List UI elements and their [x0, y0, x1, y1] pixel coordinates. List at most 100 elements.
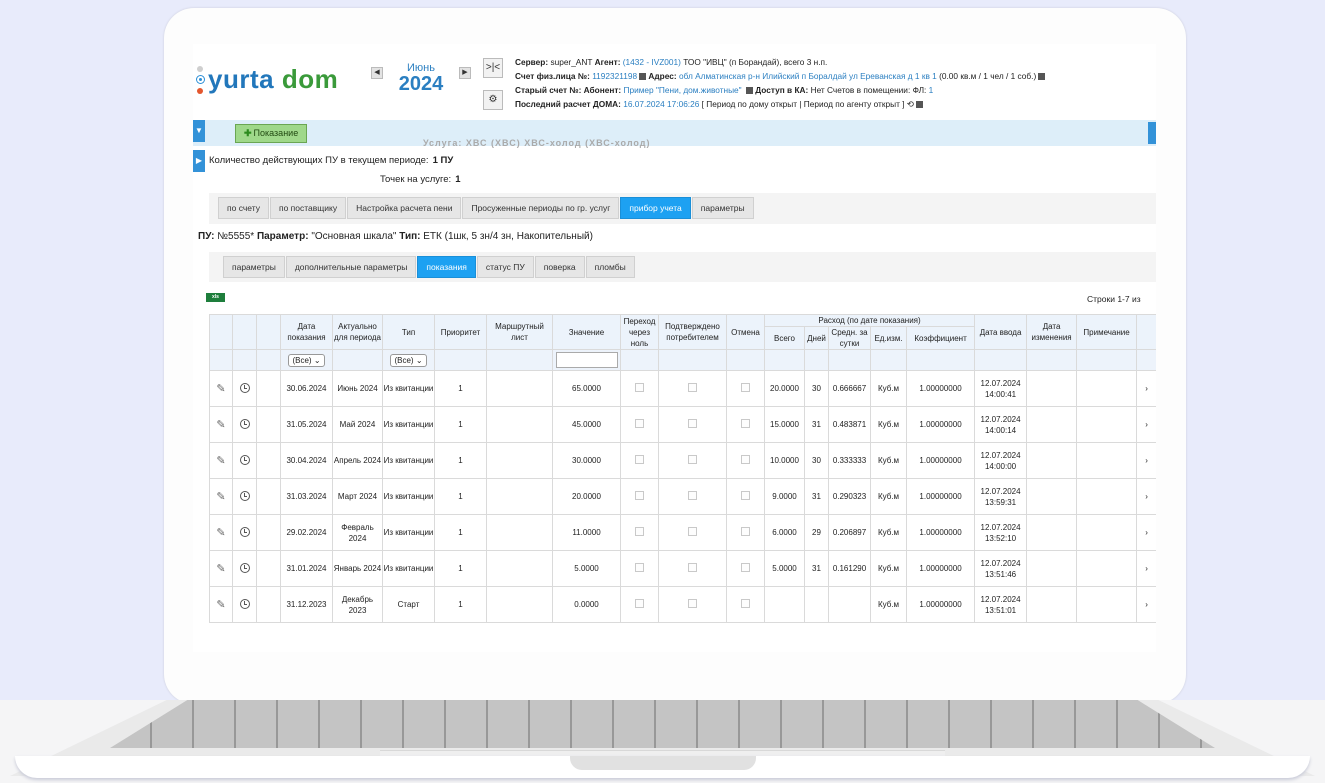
tabs2-tab-2[interactable]: показания — [417, 256, 476, 278]
col-date[interactable]: Дата показания — [280, 314, 333, 350]
zero-checkbox[interactable] — [635, 455, 644, 464]
value-filter-input[interactable] — [555, 352, 618, 368]
expand-panel-icon[interactable]: ▶ — [193, 150, 205, 172]
table-row[interactable]: ✎ 30.04.2024 Апрель 2024 Из квитанции 1 30.00… — [209, 442, 1156, 479]
history-icon[interactable] — [239, 562, 250, 573]
table-row[interactable]: ✎ 29.02.2024 Февраль 2024 Из квитанции 1 11.0… — [209, 514, 1156, 551]
right-panel-toggle[interactable] — [1148, 122, 1156, 144]
confirmed-checkbox[interactable] — [688, 491, 697, 500]
row-more-icon[interactable]: › — [1136, 370, 1156, 407]
col-cancel[interactable]: Отмена — [726, 314, 765, 350]
col-coef[interactable]: Коэффициент — [905, 326, 976, 350]
tabs2-tab-4[interactable]: поверка — [534, 256, 585, 278]
col-total[interactable]: Всего — [764, 326, 805, 350]
copy-icon[interactable] — [1038, 73, 1046, 81]
col-changed[interactable]: Дата изменения — [1026, 314, 1078, 350]
export-xls-icon[interactable]: xls — [206, 293, 225, 302]
col-note[interactable]: Примечание — [1076, 314, 1138, 350]
col-avg[interactable]: Средн. за сутки — [828, 326, 871, 350]
row-more-icon[interactable]: › — [1136, 406, 1156, 443]
col-days[interactable]: Дней — [804, 326, 829, 350]
zero-checkbox[interactable] — [635, 563, 644, 572]
confirmed-checkbox[interactable] — [688, 527, 697, 536]
shift-button[interactable]: >|< — [483, 58, 503, 78]
history-icon[interactable] — [239, 526, 250, 537]
cancel-checkbox[interactable] — [741, 599, 750, 608]
history-icon[interactable]: ⟲ — [907, 99, 914, 109]
tabs1-tab-4[interactable]: прибор учета — [620, 197, 691, 219]
zero-checkbox[interactable] — [635, 599, 644, 608]
cancel-checkbox[interactable] — [741, 419, 750, 428]
col-priority[interactable]: Приоритет — [434, 314, 487, 350]
edit-pencil-icon[interactable]: ✎ — [216, 419, 225, 431]
zero-checkbox[interactable] — [635, 419, 644, 428]
period-next-button[interactable]: ▶ — [459, 67, 471, 79]
pin-icon[interactable]: ▼ — [193, 120, 205, 142]
confirmed-checkbox[interactable] — [688, 599, 697, 608]
history-icon[interactable] — [239, 382, 250, 393]
cancel-checkbox[interactable] — [741, 527, 750, 536]
cancel-checkbox[interactable] — [741, 563, 750, 572]
zero-checkbox[interactable] — [635, 383, 644, 392]
tabs2-tab-5[interactable]: пломбы — [585, 256, 635, 278]
tabs2-tab-0[interactable]: параметры — [223, 256, 285, 278]
edit-pencil-icon[interactable]: ✎ — [216, 599, 225, 611]
col-route[interactable]: Маршрутный лист — [486, 314, 553, 350]
col-entry[interactable]: Дата ввода — [974, 314, 1028, 350]
row-more-icon[interactable]: › — [1136, 442, 1156, 479]
confirmed-checkbox[interactable] — [688, 383, 697, 392]
settings-gear-icon[interactable]: ⚙ — [483, 90, 503, 110]
row-more-icon[interactable]: › — [1136, 514, 1156, 551]
tabs2-tab-1[interactable]: дополнительные параметры — [285, 256, 417, 278]
col-unit[interactable]: Ед.изм. — [870, 326, 907, 350]
zero-checkbox[interactable] — [635, 491, 644, 500]
edit-pencil-icon[interactable]: ✎ — [216, 491, 225, 503]
history-icon[interactable] — [239, 454, 250, 465]
last-calc-date[interactable]: 16.07.2024 17:06:26 — [623, 99, 699, 109]
col-actual[interactable]: Актуально для периода — [332, 314, 383, 350]
type-filter-select[interactable]: (Все) ⌄ — [390, 353, 427, 367]
subscriber-link[interactable]: Пример "Пени, дом.животные" — [624, 85, 742, 95]
agent-link[interactable]: (1432 - IVZ001) — [623, 57, 681, 67]
cancel-checkbox[interactable] — [741, 491, 750, 500]
tabs1-tab-5[interactable]: параметры — [691, 197, 754, 219]
tabs1-tab-2[interactable]: Настройка расчета пени — [347, 197, 462, 219]
col-type[interactable]: Тип — [382, 314, 435, 350]
row-more-icon[interactable]: › — [1136, 586, 1156, 623]
confirmed-checkbox[interactable] — [688, 563, 697, 572]
row-more-icon[interactable]: › — [1136, 550, 1156, 587]
date-filter-select[interactable]: (Все) ⌄ — [288, 353, 325, 367]
account-link[interactable]: 1192321198 — [592, 71, 637, 81]
edit-pencil-icon[interactable]: ✎ — [216, 383, 225, 395]
edit-pencil-icon[interactable]: ✎ — [216, 563, 225, 575]
history-icon[interactable] — [239, 418, 250, 429]
tabs2-tab-3[interactable]: статус ПУ — [476, 256, 534, 278]
tabs1-tab-1[interactable]: по поставщику — [269, 197, 347, 219]
copy-icon[interactable] — [915, 101, 923, 109]
table-row[interactable]: ✎ 30.06.2024 Июнь 2024 Из квитанции 1 65.0000… — [209, 370, 1156, 407]
cancel-checkbox[interactable] — [741, 383, 750, 392]
table-row[interactable]: ✎ 31.03.2024 Март 2024 Из квитанции 1 20.0000… — [209, 478, 1156, 515]
confirmed-checkbox[interactable] — [688, 455, 697, 464]
history-icon[interactable] — [239, 490, 250, 501]
row-more-icon[interactable]: › — [1136, 478, 1156, 515]
fl-value[interactable]: 1 — [929, 85, 934, 95]
period-prev-button[interactable]: ◀ — [371, 67, 383, 79]
tabs1-tab-3[interactable]: Просуженные периоды по гр. услуг — [462, 197, 620, 219]
history-icon[interactable] — [239, 598, 250, 609]
copy-icon[interactable] — [745, 87, 753, 95]
col-value[interactable]: Значение — [552, 314, 621, 350]
table-row[interactable]: ✎ 31.12.2023 Декабрь 2023 Старт 1 0.0000 Куб.м… — [209, 586, 1156, 623]
zero-checkbox[interactable] — [635, 527, 644, 536]
add-reading-button[interactable]: ✚ Показание — [235, 124, 308, 143]
edit-pencil-icon[interactable]: ✎ — [216, 455, 225, 467]
tabs1-tab-0[interactable]: по счету — [218, 197, 269, 219]
col-confirmed[interactable]: Подтверждено потребителем — [658, 314, 727, 350]
cancel-checkbox[interactable] — [741, 455, 750, 464]
table-row[interactable]: ✎ 31.05.2024 Май 2024 Из квитанции 1 45.0000 1… — [209, 406, 1156, 443]
col-zero[interactable]: Переход через ноль — [620, 314, 659, 350]
address-link[interactable]: обл Алматинская р-н Илийский п Боралдай … — [679, 71, 937, 81]
confirmed-checkbox[interactable] — [688, 419, 697, 428]
copy-icon[interactable] — [639, 73, 647, 81]
edit-pencil-icon[interactable]: ✎ — [216, 527, 225, 539]
